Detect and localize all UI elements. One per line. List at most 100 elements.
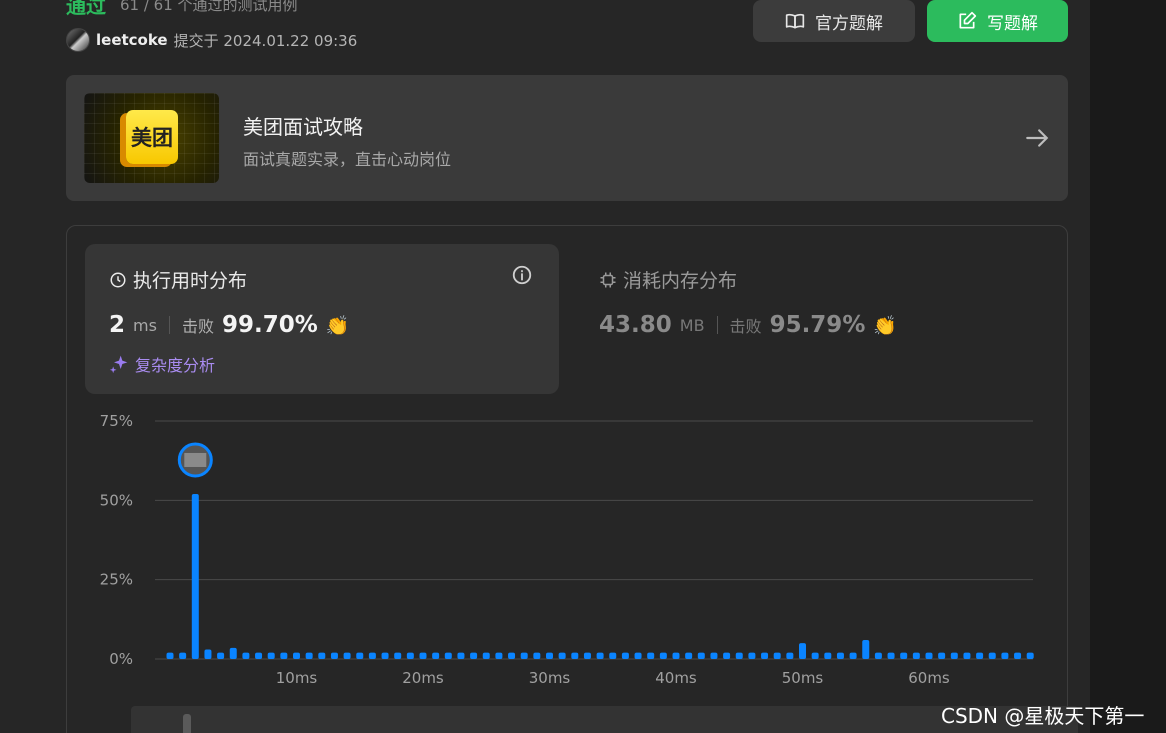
- runtime-metric: 2 ms 击败 99.70% 👏: [109, 312, 349, 338]
- histogram-bar: [900, 652, 908, 659]
- user-avatar-thumbnail: [184, 452, 207, 467]
- histogram-bar: [874, 652, 882, 659]
- submission-info: leetcoke 提交于 2024.01.22 09:36: [66, 28, 357, 52]
- histogram-bar: [343, 652, 351, 659]
- write-solution-button[interactable]: 写题解: [927, 0, 1068, 42]
- histogram-bar: [659, 652, 667, 659]
- status-cases: 61 / 61 个通过的测试用例: [120, 0, 298, 14]
- memory-card[interactable]: 消耗内存分布 43.80 MB 击败 95.79% 👏: [599, 244, 1039, 394]
- submission-status: 通过 61 / 61 个通过的测试用例: [66, 0, 298, 18]
- book-icon: [785, 13, 805, 29]
- clock-icon: [110, 272, 126, 287]
- histogram-bar: [482, 652, 490, 659]
- histogram-bar: [799, 643, 806, 659]
- histogram-bar: [849, 652, 857, 659]
- histogram-bar: [786, 652, 794, 659]
- histogram-bar: [457, 652, 465, 659]
- info-icon[interactable]: [511, 264, 533, 286]
- scrollbar-handle[interactable]: [183, 714, 191, 733]
- memory-unit: MB: [679, 315, 705, 335]
- runtime-unit: ms: [133, 315, 157, 335]
- histogram-bar: [912, 652, 920, 659]
- runtime-title: 执行用时分布: [109, 266, 247, 293]
- histogram-bar: [470, 652, 478, 659]
- histogram-bar: [647, 652, 655, 659]
- memory-beat-value: 95.79%: [769, 312, 866, 338]
- histogram-bar: [950, 652, 958, 659]
- submission-detail-panel: 通过 61 / 61 个通过的测试用例 leetcoke 提交于 2024.01…: [0, 0, 1090, 733]
- histogram-bar: [761, 652, 769, 659]
- histogram-bar: [508, 652, 516, 659]
- histogram-bar: [988, 652, 996, 659]
- histogram-bar: [621, 652, 629, 659]
- banner-image: 美团: [84, 93, 219, 183]
- histogram-bar: [546, 652, 553, 659]
- histogram-bar: [406, 652, 414, 659]
- histogram-bar: [229, 647, 237, 659]
- histogram-bar: [558, 652, 566, 659]
- edit-icon: [959, 11, 977, 29]
- histogram-bar: [533, 652, 541, 659]
- memory-title: 消耗内存分布: [599, 266, 737, 293]
- histogram-bar: [596, 652, 604, 659]
- histogram-bar: [179, 652, 187, 659]
- meituan-logo: 美团: [126, 110, 178, 164]
- histogram-bar: [204, 649, 212, 659]
- chip-icon: [600, 272, 616, 287]
- histogram-bar: [520, 652, 528, 659]
- x-tick-label: 50ms: [782, 669, 824, 687]
- memory-beat-label: 击败: [729, 317, 762, 336]
- histogram-bar: [609, 652, 617, 659]
- histogram-bar: [394, 652, 402, 659]
- x-tick-label: 10ms: [276, 669, 318, 687]
- histogram-bar: [836, 652, 844, 659]
- histogram-bar: [773, 652, 781, 659]
- histogram-bar: [242, 652, 250, 659]
- histogram-bar: [1001, 652, 1009, 659]
- histogram-bar: [976, 652, 984, 659]
- histogram-bar: [748, 652, 756, 659]
- avatar[interactable]: [66, 28, 90, 52]
- official-solution-button[interactable]: 官方题解: [753, 0, 915, 42]
- histogram-bar: [571, 652, 579, 659]
- histogram-bar: [938, 652, 946, 659]
- runtime-distribution-chart[interactable]: 75% 50% 25% 0% 10ms 20ms 30ms 40ms 50ms 60ms: [81, 406, 1041, 696]
- histogram-bar: [217, 652, 225, 659]
- official-solution-label: 官方题解: [815, 13, 883, 33]
- y-tick-label: 25%: [100, 571, 133, 589]
- histogram-bar: [697, 652, 705, 659]
- runtime-card[interactable]: 执行用时分布 2 ms 击败 99.70% 👏 复杂度分析: [85, 244, 559, 394]
- arrow-right-icon[interactable]: [1024, 125, 1050, 151]
- runtime-beat-label: 击败: [181, 317, 214, 336]
- banner-subtitle: 面试真题实录，直击心动岗位: [243, 150, 452, 169]
- submit-time: 提交于 2024.01.22 09:36: [173, 31, 358, 50]
- y-tick-label: 75%: [100, 412, 133, 430]
- promo-banner[interactable]: 美团 美团面试攻略 面试真题实录，直击心动岗位: [66, 75, 1068, 201]
- chart-scrollbar[interactable]: [131, 706, 1078, 733]
- watermark: CSDN @星极天下第一: [941, 704, 1145, 728]
- histogram-bar: [444, 652, 452, 659]
- clap-icon: 👏: [325, 314, 350, 337]
- histogram-bar: [293, 652, 300, 659]
- histogram-bar: [356, 652, 364, 659]
- x-tick-label: 20ms: [402, 669, 444, 687]
- histogram-bar: [887, 652, 895, 659]
- clap-icon: 👏: [873, 314, 898, 337]
- write-solution-label: 写题解: [987, 13, 1038, 33]
- complexity-analysis-link[interactable]: 复杂度分析: [109, 352, 215, 376]
- histogram-bar: [432, 652, 440, 659]
- histogram-bar: [368, 652, 376, 659]
- username[interactable]: leetcoke: [96, 31, 168, 49]
- histogram-bar: [1026, 652, 1034, 659]
- histogram-bar: [166, 652, 174, 659]
- status-result: 通过: [66, 0, 106, 18]
- performance-stats: 执行用时分布 2 ms 击败 99.70% 👏 复杂度分析 消耗内存分布 43.…: [66, 225, 1068, 733]
- histogram-bar: [267, 652, 275, 659]
- histogram-bar: [723, 652, 731, 659]
- histogram-bar: [419, 652, 427, 659]
- histogram-bar: [191, 493, 199, 659]
- histogram-bar: [963, 652, 971, 659]
- divider: [716, 316, 718, 334]
- histogram-bar: [925, 652, 933, 659]
- histogram-bar: [318, 652, 326, 659]
